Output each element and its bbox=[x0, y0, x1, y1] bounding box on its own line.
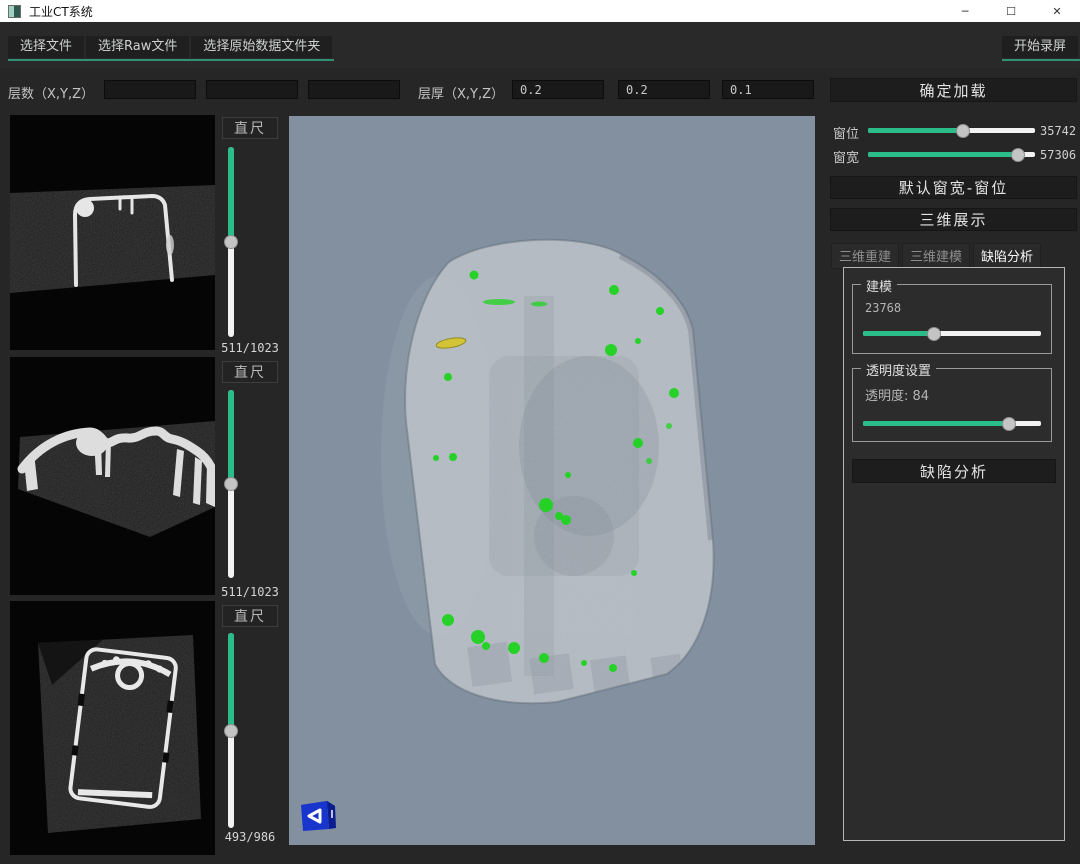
layers-x-input[interactable] bbox=[104, 80, 196, 99]
ruler-button-top[interactable]: 直尺 bbox=[222, 117, 278, 139]
modeling-slider[interactable] bbox=[863, 331, 1041, 336]
modeling-group: 建模 23768 bbox=[852, 284, 1052, 354]
defect-analysis-panel: 建模 23768 透明度设置 透明度: 84 缺陷分析 bbox=[843, 267, 1065, 841]
thickness-x-input[interactable] bbox=[512, 80, 604, 99]
opacity-slider[interactable] bbox=[863, 421, 1041, 426]
select-file-button[interactable]: 选择文件 bbox=[8, 36, 84, 58]
layers-y-input[interactable] bbox=[206, 80, 298, 99]
window-width-value: 57306 bbox=[1040, 148, 1076, 162]
tab-3d-reconstruction[interactable]: 三维重建 bbox=[831, 243, 899, 269]
select-folder-button[interactable]: 选择原始数据文件夹 bbox=[191, 36, 332, 58]
slice-slider-middle[interactable] bbox=[228, 390, 234, 578]
window-level-value: 35742 bbox=[1040, 124, 1076, 138]
window-level-label: 窗位 bbox=[833, 123, 859, 142]
select-raw-button[interactable]: 选择Raw文件 bbox=[86, 36, 189, 58]
opacity-value: 透明度: 84 bbox=[865, 385, 929, 404]
slider-thumb[interactable] bbox=[1011, 148, 1025, 162]
thickness-label: 层厚（X,Y,Z） bbox=[418, 83, 504, 102]
close-button[interactable]: ✕ bbox=[1034, 0, 1080, 22]
opacity-group: 透明度设置 透明度: 84 bbox=[852, 368, 1052, 442]
ct-slice-top bbox=[10, 115, 215, 350]
thickness-y-input[interactable] bbox=[618, 80, 710, 99]
modeling-value: 23768 bbox=[865, 301, 901, 315]
window-controls: ─ ☐ ✕ bbox=[942, 0, 1080, 22]
layers-label: 层数（X,Y,Z） bbox=[8, 83, 94, 102]
slider-thumb[interactable] bbox=[224, 477, 238, 491]
ct-slice-middle bbox=[10, 357, 215, 595]
slice-position-bottom: 493/986 bbox=[216, 830, 284, 844]
thickness-z-input[interactable] bbox=[722, 80, 814, 99]
opacity-group-title: 透明度设置 bbox=[861, 360, 936, 379]
slice-slider-bottom[interactable] bbox=[228, 633, 234, 828]
slider-thumb[interactable] bbox=[927, 327, 941, 341]
analysis-tabs: 三维重建 三维建模 缺陷分析 bbox=[831, 243, 1041, 269]
default-ww-wl-button[interactable]: 默认窗宽-窗位 bbox=[830, 176, 1077, 199]
slice-slider-top[interactable] bbox=[228, 147, 234, 337]
layers-z-input[interactable] bbox=[308, 80, 400, 99]
defect-analysis-button[interactable]: 缺陷分析 bbox=[852, 459, 1056, 483]
slider-thumb[interactable] bbox=[224, 724, 238, 738]
window-width-label: 窗宽 bbox=[833, 147, 859, 166]
slider-thumb[interactable] bbox=[956, 124, 970, 138]
app-window: 工业CT系统 ─ ☐ ✕ 选择文件 选择Raw文件 选择原始数据文件夹 开始录屏… bbox=[0, 0, 1080, 864]
file-button-group: 选择文件 选择Raw文件 选择原始数据文件夹 bbox=[8, 36, 334, 61]
ruler-button-middle[interactable]: 直尺 bbox=[222, 361, 278, 383]
minimize-button[interactable]: ─ bbox=[942, 0, 988, 22]
slice-position-middle: 511/1023 bbox=[216, 585, 284, 599]
confirm-load-button[interactable]: 确定加载 bbox=[830, 78, 1077, 102]
title-bar: 工业CT系统 ─ ☐ ✕ bbox=[0, 0, 1080, 22]
tab-3d-modeling[interactable]: 三维建模 bbox=[902, 243, 970, 269]
ruler-button-bottom[interactable]: 直尺 bbox=[222, 605, 278, 627]
maximize-button[interactable]: ☐ bbox=[988, 0, 1034, 22]
window-title: 工业CT系统 bbox=[29, 3, 93, 20]
orientation-cube-logo bbox=[296, 792, 336, 832]
volume-render bbox=[289, 116, 815, 845]
window-width-slider[interactable] bbox=[868, 152, 1035, 157]
start-record-button[interactable]: 开始录屏 bbox=[1002, 36, 1078, 58]
modeling-group-title: 建模 bbox=[861, 276, 897, 295]
toolbar: 选择文件 选择Raw文件 选择原始数据文件夹 开始录屏 bbox=[0, 22, 1080, 68]
viewport-3d[interactable] bbox=[289, 116, 815, 845]
slider-thumb[interactable] bbox=[224, 235, 238, 249]
app-icon bbox=[8, 5, 21, 18]
slider-thumb[interactable] bbox=[1002, 417, 1016, 431]
window-level-slider[interactable] bbox=[868, 128, 1035, 133]
record-button-group: 开始录屏 bbox=[1002, 36, 1080, 61]
tab-defect-analysis[interactable]: 缺陷分析 bbox=[973, 243, 1041, 269]
display-3d-button[interactable]: 三维展示 bbox=[830, 208, 1077, 231]
slice-position-top: 511/1023 bbox=[216, 341, 284, 355]
ct-slice-bottom bbox=[10, 601, 215, 855]
